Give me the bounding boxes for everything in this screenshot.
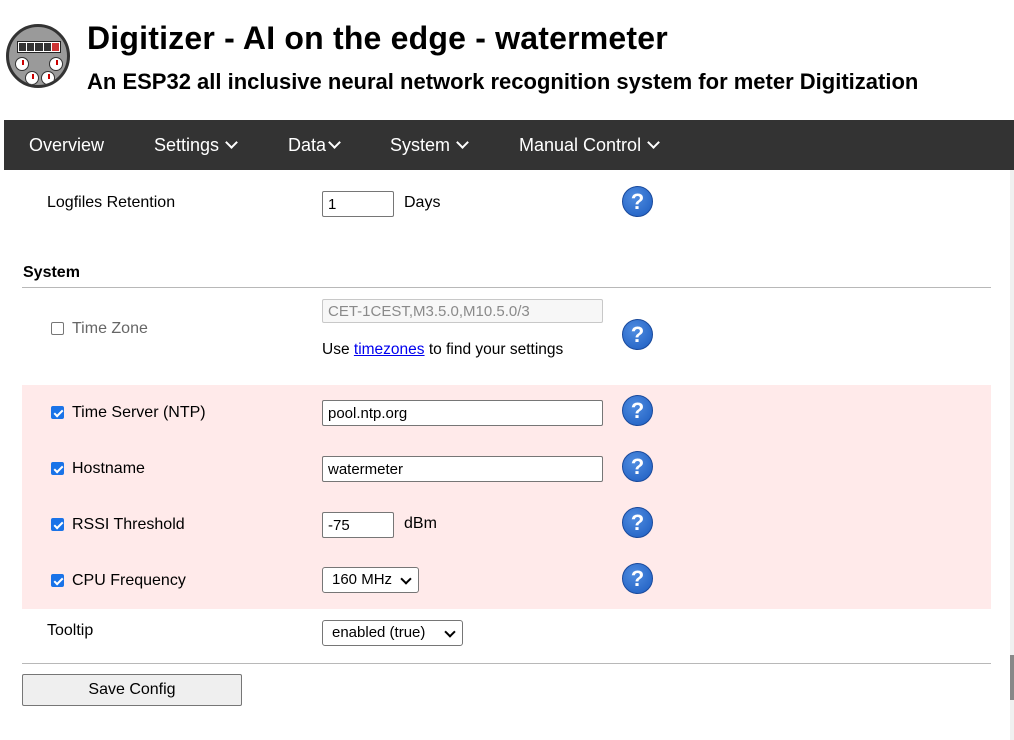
ntp-label: Time Server (NTP) [72,404,206,421]
save-config-button[interactable]: Save Config [22,674,242,706]
main-navbar: Overview Settings Data System Manual Con… [4,120,1014,170]
timezone-hint: Use timezones to find your settings [322,341,563,359]
chevron-down-icon [647,136,660,149]
dial-icon [25,71,39,85]
chevron-down-icon [225,136,238,149]
nav-label: Data [288,135,327,155]
tooltip-value: enabled (true) [332,624,426,641]
dial-icon [15,57,29,71]
scrollbar-thumb[interactable] [1010,655,1014,700]
help-icon[interactable]: ? [622,319,653,350]
nav-overview[interactable]: Overview [29,120,104,170]
footer-divider [22,663,991,664]
nav-label: Overview [29,135,105,155]
section-divider [22,287,991,288]
ntp-input[interactable] [322,400,603,426]
nav-label: Manual Control [519,135,642,155]
dial-icon [49,57,63,71]
rssi-label: RSSI Threshold [72,516,185,533]
cpu-frequency-label: CPU Frequency [72,572,186,589]
rssi-checkbox[interactable] [51,518,64,531]
nav-manual-control[interactable]: Manual Control [519,120,660,170]
timezone-hint-prefix: Use [322,341,350,358]
nav-label: Settings [154,135,220,155]
timezone-input[interactable] [322,299,603,323]
timezones-link[interactable]: timezones [354,341,425,358]
section-title-system: System [23,264,80,281]
timezone-checkbox[interactable] [51,322,64,335]
cpu-frequency-checkbox[interactable] [51,574,64,587]
chevron-down-icon [328,136,341,149]
nav-settings[interactable]: Settings [154,120,238,170]
help-icon[interactable]: ? [622,507,653,538]
nav-system[interactable]: System [390,120,469,170]
chevron-down-icon [456,136,469,149]
cpu-frequency-select[interactable]: 160 MHz [322,567,419,593]
chevron-down-icon [400,573,412,585]
meter-display-icon [17,41,61,53]
tooltip-select[interactable]: enabled (true) [322,620,463,646]
chevron-down-icon [444,626,456,638]
help-icon[interactable]: ? [622,451,653,482]
rssi-input[interactable] [322,512,394,538]
nav-label: System [390,135,451,155]
page-title: Digitizer - AI on the edge - watermeter [87,20,668,56]
help-icon[interactable]: ? [622,395,653,426]
help-icon[interactable]: ? [622,563,653,594]
page-subtitle: An ESP32 all inclusive neural network re… [87,69,919,94]
nav-data[interactable]: Data [288,120,341,170]
timezone-hint-suffix: to find your settings [428,341,564,358]
rssi-unit: dBm [404,515,437,532]
hostname-input[interactable] [322,456,603,482]
timezone-label: Time Zone [72,320,148,337]
dial-icon [41,71,55,85]
logfiles-retention-input[interactable] [322,191,394,217]
logfiles-retention-unit: Days [404,194,441,211]
cpu-frequency-value: 160 MHz [332,571,393,588]
hostname-label: Hostname [72,460,145,477]
logfiles-retention-label: Logfiles Retention [47,194,176,211]
tooltip-label: Tooltip [47,622,94,639]
hostname-checkbox[interactable] [51,462,64,475]
watermeter-logo-icon [6,24,70,88]
help-icon[interactable]: ? [622,186,653,217]
ntp-checkbox[interactable] [51,406,64,419]
